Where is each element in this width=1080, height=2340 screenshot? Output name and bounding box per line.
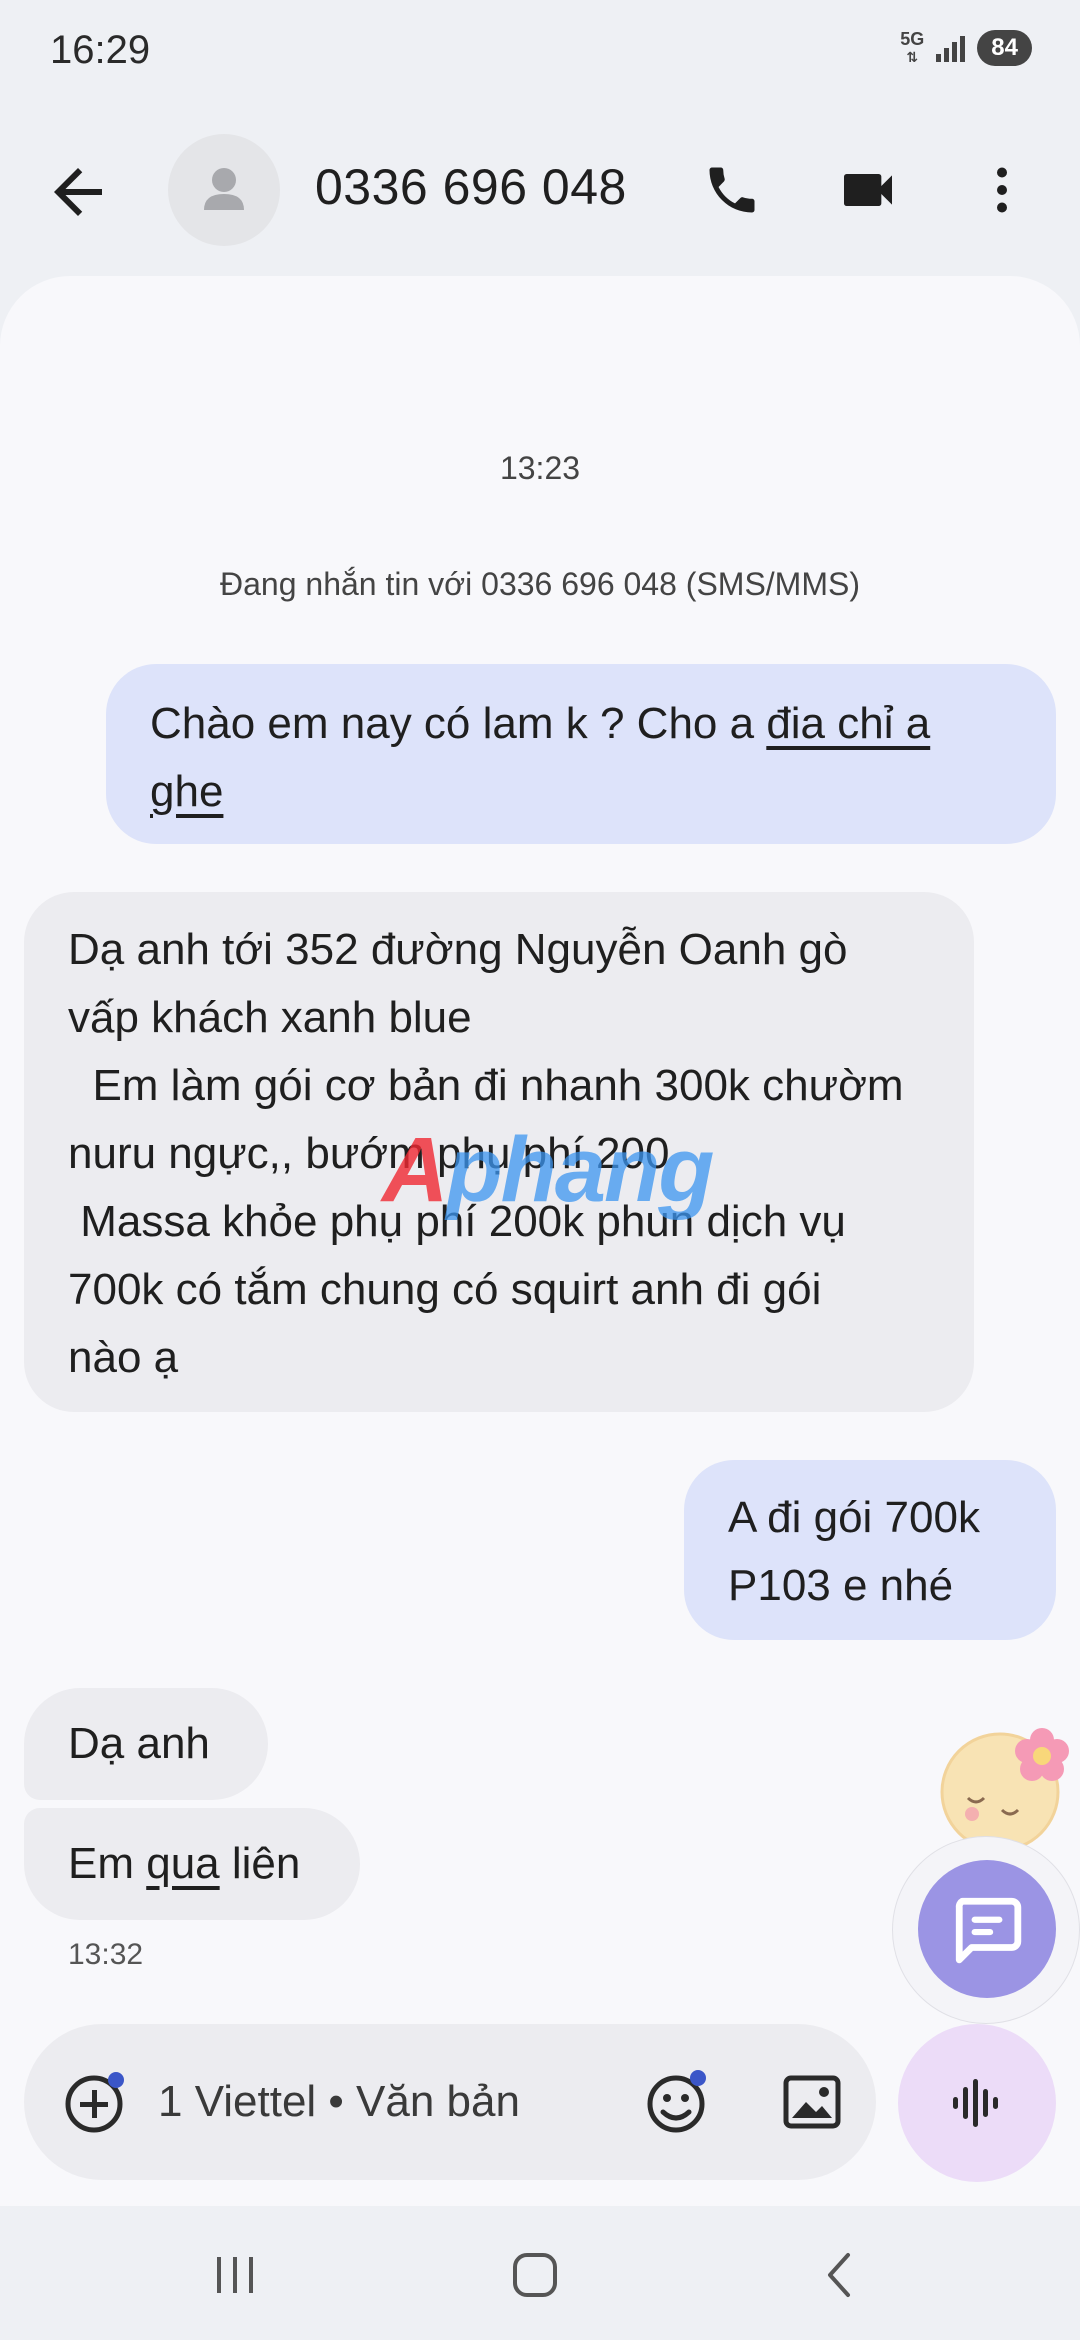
- network-type-icon: 5G ⇅: [900, 29, 925, 65]
- attach-button[interactable]: [58, 2064, 134, 2140]
- status-bar: 16:29 5G ⇅ 84: [0, 0, 1080, 105]
- phone-icon: [709, 167, 755, 213]
- message-time: 13:32: [68, 1938, 144, 1971]
- back-button[interactable]: [42, 156, 114, 228]
- gallery-icon: [783, 2075, 841, 2129]
- system-back-button[interactable]: [795, 2240, 885, 2310]
- home-button[interactable]: [490, 2240, 580, 2310]
- video-camera-icon: [844, 174, 892, 206]
- recent-apps-icon: [217, 2257, 253, 2293]
- emoji-icon: [647, 2070, 706, 2133]
- emoji-button[interactable]: [638, 2062, 718, 2142]
- message-input[interactable]: [158, 2072, 618, 2132]
- status-time: 16:29: [50, 28, 151, 72]
- conversation-info: Đang nhắn tin với 0336 696 048 (SMS/MMS): [220, 566, 860, 602]
- message-bubble-outgoing[interactable]: Chào em nay có lam k ? Cho a đia chỉ a g…: [106, 664, 1056, 844]
- sticker-moon-icon[interactable]: [938, 1716, 1078, 1856]
- compose-bar: [24, 2024, 876, 2180]
- home-icon: [513, 2253, 557, 2297]
- message-bubble-incoming[interactable]: Dạ anh tới 352 đường Nguyễn Oanh gò vấp …: [24, 892, 974, 1412]
- more-options-button[interactable]: [962, 150, 1042, 230]
- message-bubble-outgoing[interactable]: A đi gói 700k P103 e nhé: [684, 1460, 1056, 1640]
- gallery-button[interactable]: [772, 2062, 852, 2142]
- more-vert-icon: [997, 167, 1007, 213]
- avatar-person-icon: [204, 168, 244, 210]
- contact-name[interactable]: 0336 696 048: [315, 158, 627, 216]
- call-button[interactable]: [692, 150, 772, 230]
- battery-indicator: 84: [977, 30, 1032, 66]
- chat-bubble-button[interactable]: [918, 1860, 1056, 1998]
- voice-waveform-icon: [953, 2079, 998, 2127]
- back-arrow-icon: [54, 168, 102, 216]
- message-bubble-incoming[interactable]: Em qua liên: [24, 1808, 360, 1920]
- video-call-button[interactable]: [828, 150, 908, 230]
- conversation-header: 0336 696 048: [0, 120, 1080, 255]
- navigation-bar: [0, 2220, 1080, 2330]
- chat-bubble-icon: [955, 1897, 1022, 1964]
- signal-icon: [936, 34, 966, 62]
- status-icons: 5G ⇅ 84: [900, 30, 1032, 66]
- voice-message-button[interactable]: [898, 2024, 1056, 2182]
- conversation-start-time: 13:23: [499, 450, 581, 486]
- back-icon: [828, 2253, 850, 2297]
- message-bubble-incoming[interactable]: Dạ anh: [24, 1688, 268, 1800]
- avatar[interactable]: [168, 134, 280, 246]
- recent-apps-button[interactable]: [190, 2240, 280, 2310]
- add-circle-icon: [65, 2072, 124, 2133]
